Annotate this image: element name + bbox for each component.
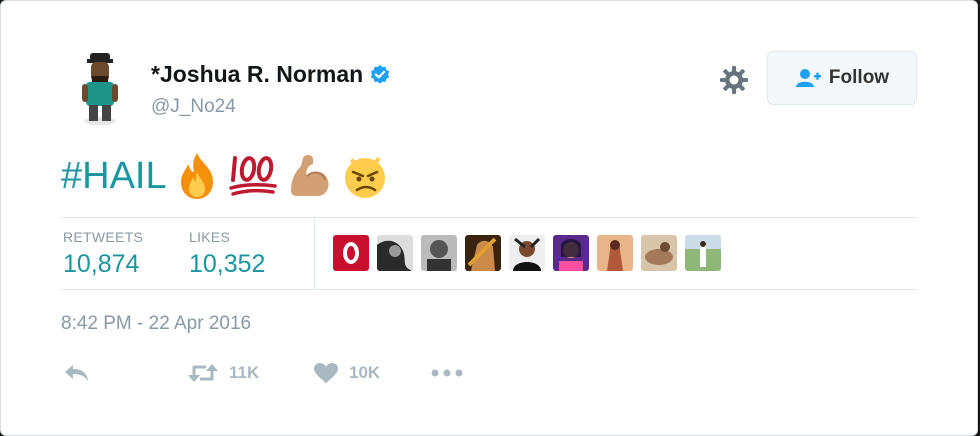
like-count: 10K xyxy=(349,363,381,382)
retweets-count[interactable]: 10,874 xyxy=(63,250,139,279)
liker-avatars xyxy=(333,235,721,271)
author-name-text[interactable]: *Joshua R. Norman xyxy=(151,61,363,88)
add-user-icon xyxy=(795,69,821,87)
verified-badge-icon xyxy=(370,64,390,84)
likes-count[interactable]: 10,352 xyxy=(189,250,265,279)
tweet-timestamp[interactable]: 8:42 PM - 22 Apr 2016 xyxy=(61,313,251,335)
stats-vertical-divider xyxy=(314,218,315,290)
reply-icon xyxy=(65,365,88,381)
liker-avatar-2[interactable] xyxy=(377,235,413,271)
retweet-button[interactable]: 11K xyxy=(187,357,259,389)
hundred-points-emoji xyxy=(228,156,277,196)
retweet-icon xyxy=(188,364,218,382)
flexed-biceps-emoji xyxy=(290,155,329,196)
more-button[interactable] xyxy=(431,357,463,389)
retweets-label: RETWEETS xyxy=(63,229,144,245)
hashtag-link[interactable]: #HAIL xyxy=(61,155,167,198)
gear-icon[interactable] xyxy=(719,65,749,95)
liker-avatar-7[interactable] xyxy=(597,235,633,271)
angry-face-emoji xyxy=(344,156,385,198)
likes-label: LIKES xyxy=(189,229,231,245)
more-icon xyxy=(431,369,463,377)
liker-avatar-8[interactable] xyxy=(641,235,677,271)
follow-button[interactable]: Follow xyxy=(767,51,917,105)
tweet-actions: 11K 10K xyxy=(61,357,481,389)
liker-avatar-9[interactable] xyxy=(685,235,721,271)
retweet-count: 11K xyxy=(229,363,260,382)
author-avatar[interactable] xyxy=(73,51,127,127)
heart-icon xyxy=(314,363,338,383)
follow-label: Follow xyxy=(828,67,890,88)
reply-button[interactable] xyxy=(63,357,91,389)
stats-top-divider xyxy=(61,217,918,218)
liker-avatar-3[interactable] xyxy=(421,235,457,271)
fire-emoji xyxy=(180,153,213,199)
liker-avatar-6[interactable] xyxy=(553,235,589,271)
like-button[interactable]: 10K xyxy=(313,357,380,389)
liker-avatar-4[interactable] xyxy=(465,235,501,271)
liker-avatar-1[interactable] xyxy=(333,235,369,271)
tweet-card: *Joshua R. Norman @J_No24 Follow #HAIL R… xyxy=(0,0,978,436)
author-handle[interactable]: @J_No24 xyxy=(151,96,236,118)
liker-avatar-5[interactable] xyxy=(509,235,545,271)
tweet-text: #HAIL xyxy=(61,146,391,206)
author-name[interactable]: *Joshua R. Norman xyxy=(151,61,391,88)
stats-bottom-divider xyxy=(61,289,918,290)
